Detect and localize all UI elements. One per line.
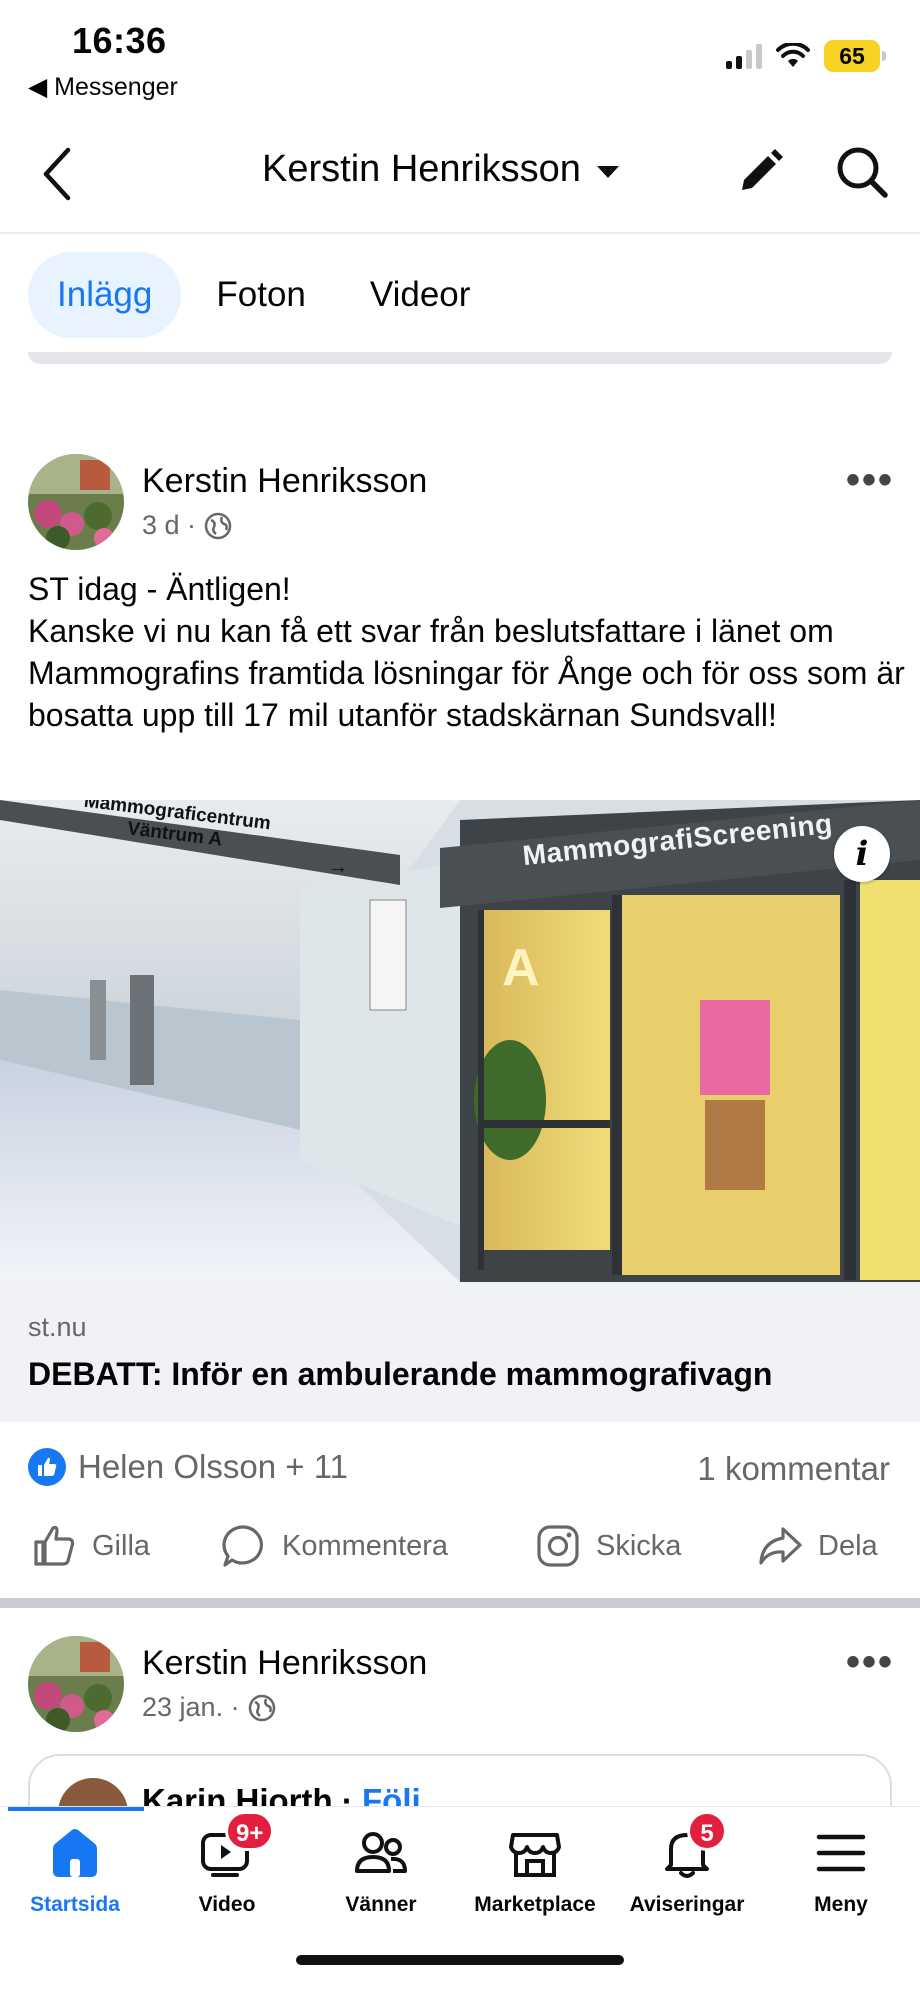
post-meta: 23 jan. · <box>142 1692 276 1723</box>
nav-video[interactable]: 9+ Video <box>152 1811 302 1917</box>
back-to-messenger-link[interactable]: ◀ Messenger <box>28 72 178 102</box>
status-time: 16:36 <box>72 20 167 61</box>
comments-count[interactable]: 1 kommentar <box>697 1450 890 1488</box>
thumbs-up-icon <box>34 1525 75 1566</box>
share-label: Dela <box>818 1529 878 1562</box>
link-title: DEBATT: Inför en ambulerande mammografiv… <box>28 1356 773 1392</box>
tab-posts[interactable]: Inlägg <box>28 252 182 338</box>
like-label: Gilla <box>92 1529 151 1562</box>
post-author[interactable]: Kerstin Henriksson <box>142 462 427 501</box>
edit-pencil-icon[interactable] <box>734 146 786 198</box>
nav-home-label: Startsida <box>30 1893 120 1916</box>
profile-name-dropdown[interactable]: Kerstin Henriksson <box>262 148 619 191</box>
nav-home[interactable]: Startsida <box>0 1823 150 1917</box>
nav-friends-label: Vänner <box>345 1893 417 1916</box>
profile-header: Kerstin Henriksson <box>0 120 920 234</box>
post-divider <box>0 1598 920 1608</box>
comment-button[interactable]: Kommentera <box>220 1522 448 1570</box>
like-reaction-icon <box>28 1448 66 1486</box>
globe-icon <box>248 1694 275 1721</box>
more-options-icon[interactable]: ••• <box>846 1642 894 1682</box>
send-label: Skicka <box>596 1529 682 1562</box>
friends-icon <box>355 1832 407 1873</box>
like-button[interactable]: Gilla <box>30 1522 150 1570</box>
tab-photos[interactable]: Foton <box>187 252 335 338</box>
nav-notifications-label: Aviseringar <box>629 1893 745 1916</box>
avatar-garden-image <box>28 454 124 550</box>
nav-video-label: Video <box>198 1893 256 1916</box>
reaction-summary[interactable]: Helen Olsson + 11 <box>28 1448 348 1486</box>
notifications-badge: 5 <box>687 1811 727 1851</box>
nav-marketplace-label: Marketplace <box>474 1893 596 1916</box>
nav-marketplace[interactable]: Marketplace <box>460 1823 610 1917</box>
status-icons: 65 <box>726 40 886 72</box>
send-button[interactable]: Skicka <box>534 1522 681 1570</box>
door-letter: A <box>502 939 540 997</box>
post-time: 3 d · <box>142 510 197 540</box>
info-icon[interactable]: i <box>834 826 890 882</box>
post-actions: Gilla Kommentera Skicka Dela <box>0 1522 920 1582</box>
globe-icon <box>204 512 232 539</box>
share-button[interactable]: Dela <box>756 1522 878 1570</box>
post-author[interactable]: Kerstin Henriksson <box>142 1644 427 1683</box>
link-preview[interactable]: st.nu DEBATT: Inför en ambulerande mammo… <box>0 1282 920 1422</box>
cellular-signal-icon <box>726 43 762 69</box>
comment-bubble-icon <box>222 1525 263 1567</box>
post-meta: 3 d · <box>142 510 232 541</box>
post-link-image[interactable]: Mammograficentrum Väntrum A → Mammografi… <box>0 800 920 1282</box>
avatar-garden-image <box>28 1636 124 1732</box>
hall-sign-arrow-icon: → <box>328 856 348 878</box>
nav-active-indicator <box>8 1807 144 1811</box>
post-text: ST idag - Äntligen! Kanske vi nu kan få … <box>28 571 905 733</box>
nav-menu-label: Meny <box>814 1893 868 1916</box>
share-arrow-icon <box>759 1527 802 1565</box>
battery-indicator: 65 <box>824 40 886 72</box>
nav-friends[interactable]: Vänner <box>306 1823 456 1917</box>
more-options-icon[interactable]: ••• <box>846 460 894 500</box>
page-title: Kerstin Henriksson <box>262 148 581 190</box>
profile-tabs: Inlägg Foton Videor <box>28 252 499 338</box>
comment-label: Kommentera <box>282 1529 449 1562</box>
tabs-divider <box>28 352 892 364</box>
reaction-names: Helen Olsson + 11 <box>78 1448 348 1485</box>
instagram-icon <box>537 1525 579 1567</box>
tab-videos[interactable]: Videor <box>341 252 500 338</box>
home-indicator[interactable] <box>296 1955 624 1965</box>
back-arrow-icon[interactable] <box>34 144 84 204</box>
video-badge: 9+ <box>225 1811 275 1851</box>
link-domain: st.nu <box>28 1312 87 1342</box>
nav-notifications[interactable]: 5 Aviseringar <box>612 1811 762 1917</box>
marketplace-store-icon <box>509 1833 561 1877</box>
avatar[interactable] <box>28 1636 124 1732</box>
home-icon <box>53 1829 97 1877</box>
hamburger-menu-icon <box>816 1834 866 1872</box>
wifi-icon <box>776 43 810 67</box>
nav-menu[interactable]: Meny <box>766 1823 916 1917</box>
corridor-photo <box>0 800 920 1282</box>
dropdown-caret-icon <box>596 165 619 178</box>
post-time: 23 jan. · <box>142 1692 240 1722</box>
search-icon[interactable] <box>834 144 890 200</box>
avatar[interactable] <box>28 454 124 550</box>
status-bar: 16:36 ◀ Messenger 65 <box>0 0 920 110</box>
